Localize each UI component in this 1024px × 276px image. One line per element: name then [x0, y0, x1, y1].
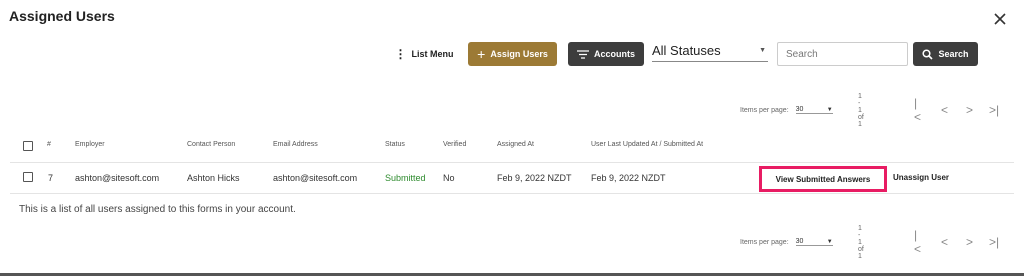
header-last-updated: User Last Updated At / Submitted At — [591, 141, 704, 148]
row-contact-person: Ashton Hicks — [187, 173, 240, 183]
status-filter-value: All Statuses — [652, 43, 721, 58]
header-email-address: Email Address — [273, 141, 318, 148]
accounts-label: Accounts — [593, 49, 635, 59]
accounts-button[interactable]: Accounts — [568, 42, 644, 66]
last-page-icon[interactable]: >| — [989, 103, 999, 117]
last-page-icon[interactable]: >| — [989, 235, 999, 249]
next-page-icon[interactable]: > — [966, 103, 973, 117]
header-employer: Employer — [75, 141, 105, 148]
table-header: # Employer Contact Person Email Address … — [10, 135, 1014, 163]
items-per-page-label: Items per page: — [740, 106, 789, 114]
row-assigned-at: Feb 9, 2022 NZDT — [497, 173, 572, 183]
paginator-bottom: Items per page: 30 ▼ 1 - 1 of 1 |< < > >… — [740, 225, 999, 260]
row-employer: ashton@sitesoft.com — [75, 173, 160, 183]
search-button-label: Search — [938, 49, 969, 59]
search-button[interactable]: Search — [913, 42, 978, 66]
select-all-checkbox[interactable] — [23, 141, 33, 151]
close-icon[interactable] — [993, 12, 1007, 26]
first-page-icon[interactable]: |< — [914, 228, 921, 256]
paginator-top: Items per page: 30 ▼ 1 - 1 of 1 |< < > >… — [740, 93, 999, 128]
unassign-user-button[interactable]: Unassign User — [893, 173, 949, 182]
more-vertical-icon: ⋮ — [394, 47, 407, 61]
dropdown-arrow-icon: ▼ — [826, 238, 833, 245]
row-checkbox[interactable] — [23, 172, 33, 182]
header-number: # — [47, 141, 51, 148]
table-row: 7 ashton@sitesoft.com Ashton Hicks ashto… — [10, 163, 1014, 194]
status-filter-select[interactable]: All Statuses ▼ — [652, 40, 768, 62]
page-size-select[interactable]: 30 ▼ — [795, 238, 833, 246]
view-submitted-answers-button[interactable]: View Submitted Answers — [759, 166, 887, 192]
filter-lines-icon — [576, 49, 589, 59]
first-page-icon[interactable]: |< — [914, 96, 921, 124]
row-number: 7 — [48, 173, 54, 183]
plus-icon: + — [477, 46, 486, 62]
list-menu-button[interactable]: ⋮ List Menu — [392, 42, 456, 66]
row-email-address: ashton@sitesoft.com — [273, 173, 358, 183]
dropdown-arrow-icon: ▼ — [759, 47, 766, 54]
page-size-value: 30 — [795, 238, 804, 245]
dropdown-arrow-icon: ▼ — [826, 106, 833, 113]
dialog-title: Assigned Users — [9, 8, 115, 24]
header-status: Status — [385, 141, 405, 148]
assign-users-label: Assign Users — [490, 49, 548, 59]
search-icon — [922, 48, 934, 60]
header-contact-person: Contact Person — [187, 141, 236, 148]
previous-page-icon[interactable]: < — [941, 103, 948, 117]
row-last-updated: Feb 9, 2022 NZDT — [591, 173, 666, 183]
assign-users-button[interactable]: + Assign Users — [468, 42, 557, 66]
info-text: This is a list of all users assigned to … — [19, 204, 296, 215]
page-range: 1 - 1 of 1 — [858, 92, 864, 128]
page-size-value: 30 — [795, 106, 804, 113]
row-verified: No — [443, 173, 455, 183]
page-range: 1 - 1 of 1 — [858, 224, 864, 260]
next-page-icon[interactable]: > — [966, 235, 973, 249]
previous-page-icon[interactable]: < — [941, 235, 948, 249]
header-verified: Verified — [443, 141, 467, 148]
search-input[interactable] — [777, 42, 908, 66]
items-per-page-label: Items per page: — [740, 238, 789, 246]
page-size-select[interactable]: 30 ▼ — [795, 106, 833, 114]
header-assigned-at: Assigned At — [497, 141, 534, 148]
list-menu-label: List Menu — [411, 49, 454, 59]
status-badge: Submitted — [385, 173, 426, 183]
